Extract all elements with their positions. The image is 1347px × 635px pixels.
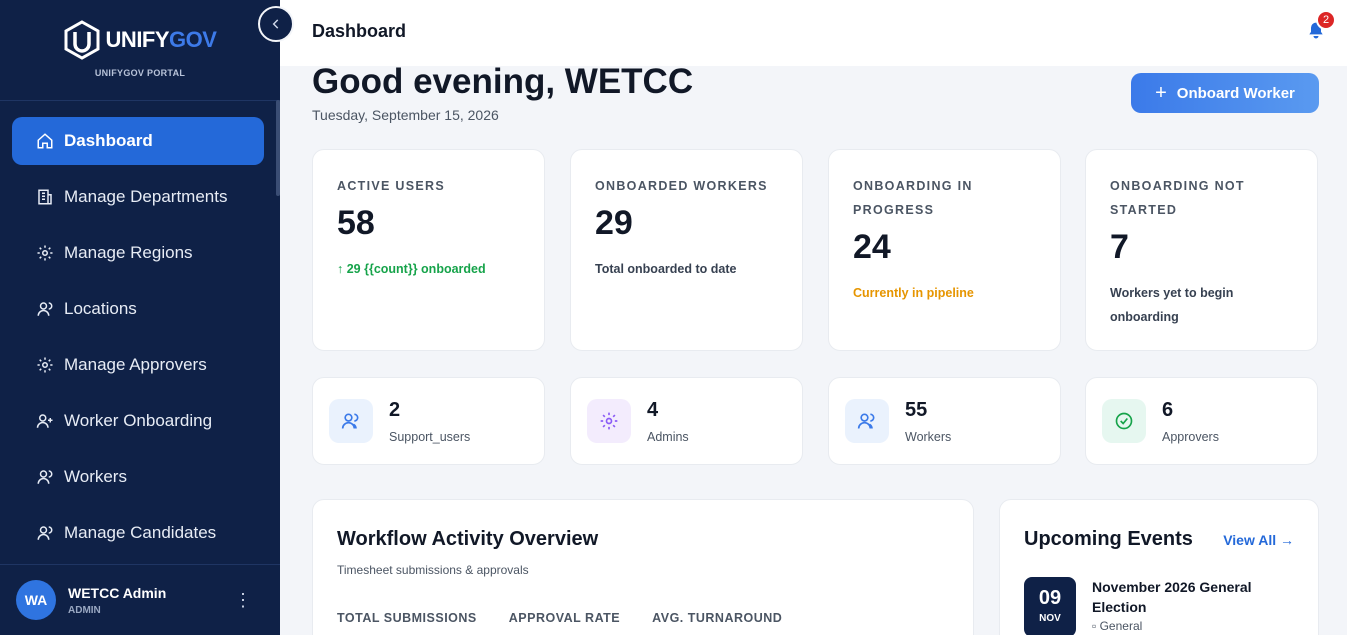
topbar: Dashboard 2 [280,0,1347,66]
mini-card-approvers: 6 Approvers [1085,377,1318,465]
metric-avg-turnaround: AVG. TURNAROUND [652,611,783,625]
gear-icon [587,399,631,443]
panel-title: Upcoming Events [1024,528,1193,550]
sidebar-item-manage-departments[interactable]: Manage Departments [12,173,264,221]
more-options-icon[interactable]: ⋮ [234,590,252,611]
stat-note: ↑ 29 {{count}} onboarded [337,262,486,276]
brand-subtitle: UNIFYGOV PORTAL [94,68,186,78]
sidebar-item-manage-candidates[interactable]: Manage Candidates [12,509,264,557]
stat-value: 24 [853,228,891,266]
upcoming-events-panel: Upcoming Events View All → 09 NOV Novemb… [999,499,1319,635]
view-all-link[interactable]: View All → [1223,532,1294,548]
current-date: Tuesday, September 15, 2026 [312,107,499,123]
sidebar-scrollbar[interactable] [276,100,280,196]
stat-card-onboarding-not-started: ONBOARDING NOT STARTED 7 Workers yet to … [1085,149,1318,351]
avatar[interactable]: WA [16,580,56,620]
users-icon [845,399,889,443]
sidebar-item-label: Manage Departments [64,187,228,206]
sidebar-item-label: Manage Approvers [64,355,207,374]
chevron-left-icon [272,19,279,29]
notification-badge: 2 [1316,10,1336,30]
event-day: 09 [1038,587,1062,609]
event-date-badge: 09 NOV [1024,577,1076,635]
workflow-activity-panel: Workflow Activity Overview Timesheet sub… [312,499,974,635]
stat-value: 7 [1110,228,1129,266]
building-icon [38,189,52,205]
panel-title: Workflow Activity Overview [337,528,599,550]
onboard-worker-button[interactable]: + Onboard Worker [1131,73,1319,113]
mini-label: Approvers [1162,429,1219,444]
collapse-sidebar-button[interactable] [258,6,294,42]
user-profile: WA WETCC Admin ADMIN ⋮ [0,564,280,635]
user-icon [37,526,53,540]
brand-name: UNIFYGOV [105,27,217,52]
stat-note: Total onboarded to date [595,262,737,276]
sidebar-item-label: Workers [64,467,127,486]
stat-value: 58 [337,204,375,242]
sidebar-nav: Dashboard Manage Departments Manage Regi… [0,101,280,557]
sidebar-item-worker-onboarding[interactable]: Worker Onboarding [12,397,264,445]
page-title: Dashboard [312,21,407,41]
check-circle-icon [1102,399,1146,443]
sidebar-item-manage-approvers[interactable]: Manage Approvers [12,341,264,389]
sidebar-item-label: Manage Candidates [64,523,217,542]
panel-subtitle: Timesheet submissions & approvals [337,563,529,577]
logo-icon [64,20,100,60]
stat-card-onboarded-workers: ONBOARDED WORKERS 29 Total onboarded to … [570,149,803,351]
stat-value: 29 [595,204,633,242]
event-month: NOV [1039,613,1061,624]
sidebar-item-label: Dashboard [64,131,153,150]
brand: UNIFYGOV UNIFYGOV PORTAL [0,0,280,101]
sidebar: UNIFYGOV UNIFYGOV PORTAL Dashboard Manag… [0,0,280,635]
mini-value: 6 [1162,398,1174,421]
gear-icon [37,357,53,373]
mini-label: Support_users [389,429,471,444]
mini-card-workers: 55 Workers [828,377,1061,465]
mini-card-support-users: 2 Support_users [312,377,545,465]
mini-value: 2 [389,398,401,421]
stat-label: ACTIVE USERS [337,179,445,193]
stat-label: ONBOARDED WORKERS [595,179,768,193]
mini-value: 4 [647,398,659,421]
tag-icon: ▫ [1092,619,1100,633]
stat-label: ONBOARDING IN PROGRESS [853,179,973,217]
greeting-heading: Good evening, WETCC [312,62,694,101]
mini-label: Workers [905,429,952,444]
user-icon [37,302,53,316]
onboard-worker-label: Onboard Worker [1176,84,1295,102]
event-item[interactable]: 09 NOV November 2026 General Election ▫ … [1024,577,1294,635]
metric-approval-rate: APPROVAL RATE [508,611,621,625]
stat-note: Workers yet to begin onboarding [1110,286,1234,324]
stat-card-onboarding-in-progress: ONBOARDING IN PROGRESS 24 Currently in p… [828,149,1061,351]
mini-value: 55 [905,398,928,421]
sidebar-item-label: Locations [64,299,137,318]
mini-label: Admins [647,429,689,444]
mini-card-admins: 4 Admins [570,377,803,465]
user-plus-icon [36,414,53,428]
users-icon [329,399,373,443]
sidebar-item-manage-regions[interactable]: Manage Regions [12,229,264,277]
sidebar-item-locations[interactable]: Locations [12,285,264,333]
sidebar-item-label: Worker Onboarding [64,411,213,430]
stat-label: ONBOARDING NOT STARTED [1110,179,1245,217]
event-name: November 2026 General Election [1092,579,1252,615]
stat-card-active-users: ACTIVE USERS 58 ↑ 29 {{count}} onboarded [312,149,545,351]
stat-note: Currently in pipeline [853,286,974,300]
user-role: ADMIN [68,604,101,616]
user-name: WETCC Admin [68,584,167,601]
sidebar-item-dashboard[interactable]: Dashboard [12,117,264,165]
gear-icon [37,245,53,261]
sidebar-item-workers[interactable]: Workers [12,453,264,501]
sidebar-item-label: Manage Regions [64,243,193,262]
plus-icon: + [1155,81,1167,104]
user-icon [37,470,53,484]
event-category: ▫ General [1092,619,1143,633]
home-icon [37,133,53,149]
metric-total-submissions: TOTAL SUBMISSIONS [337,611,477,625]
